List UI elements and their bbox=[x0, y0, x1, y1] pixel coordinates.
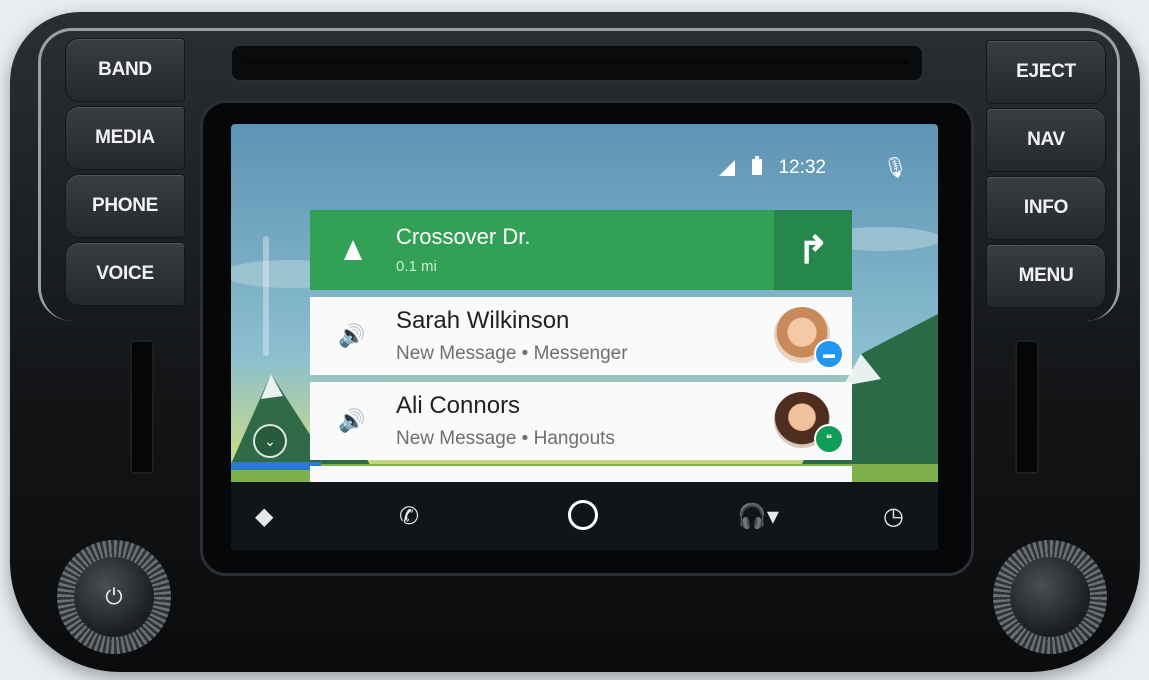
recents-icon[interactable]: ◷ bbox=[883, 502, 904, 531]
message-sender: Sarah Wilkinson bbox=[396, 307, 570, 334]
clock: 12:32 bbox=[778, 157, 826, 178]
speaker-icon: 🔊 bbox=[338, 323, 366, 348]
media-button[interactable]: MEDIA bbox=[65, 106, 185, 170]
turn-right-icon: ↱ bbox=[774, 210, 852, 290]
message-subtitle: New Message • Hangouts bbox=[396, 428, 615, 449]
microphone-icon[interactable]: 🎙 bbox=[883, 155, 908, 180]
phone-button[interactable]: PHONE bbox=[65, 174, 185, 238]
chevron-down-icon[interactable]: ⌄ bbox=[253, 424, 287, 458]
eject-button[interactable]: EJECT bbox=[986, 40, 1106, 104]
headphones-icon[interactable]: 🎧▾ bbox=[737, 502, 779, 531]
power-icon: ⏻ bbox=[74, 557, 154, 637]
nav-button[interactable]: NAV bbox=[986, 108, 1106, 172]
message-card[interactable]: 🔊 Sarah Wilkinson New Message • Messenge… bbox=[310, 297, 852, 375]
scroll-indicator bbox=[263, 236, 269, 356]
navigation-card[interactable]: Crossover Dr. 0.1 mi ↱ bbox=[310, 210, 852, 290]
status-bar: 12:32 🎙 bbox=[638, 152, 938, 182]
message-sender: Ali Connors bbox=[396, 392, 521, 419]
bottom-nav-bar: ◆ ✆ 🎧▾ ◷ bbox=[231, 482, 938, 550]
power-knob[interactable]: ⏻ bbox=[57, 540, 171, 654]
info-button[interactable]: INFO bbox=[986, 176, 1106, 240]
hangouts-icon: ❝ bbox=[814, 424, 844, 454]
right-vent bbox=[1015, 340, 1039, 474]
android-auto-screen: 12:32 🎙 ⌄ Crossover Dr. 0.1 mi ↱ 🔊 Sarah… bbox=[231, 124, 938, 550]
nav-distance: 0.1 mi bbox=[396, 258, 437, 275]
voice-button[interactable]: VOICE bbox=[65, 242, 185, 306]
tuning-knob-cap bbox=[1010, 557, 1090, 637]
phone-icon[interactable]: ✆ bbox=[399, 502, 419, 531]
tuning-knob[interactable] bbox=[993, 540, 1107, 654]
battery-icon bbox=[752, 156, 762, 175]
menu-button[interactable]: MENU bbox=[986, 244, 1106, 308]
band-button[interactable]: BAND bbox=[65, 38, 185, 102]
direction-arrow-icon bbox=[344, 240, 362, 260]
home-icon[interactable] bbox=[568, 500, 598, 530]
nav-street: Crossover Dr. bbox=[396, 224, 531, 249]
speaker-icon: 🔊 bbox=[338, 408, 366, 433]
navigation-icon[interactable]: ◆ bbox=[255, 502, 273, 531]
messenger-icon: ▬ bbox=[814, 339, 844, 369]
message-card[interactable]: 🔊 Ali Connors New Message • Hangouts ❝ bbox=[310, 382, 852, 460]
cd-slot bbox=[230, 44, 924, 82]
cell-signal-icon bbox=[719, 160, 735, 176]
message-subtitle: New Message • Messenger bbox=[396, 343, 628, 364]
left-vent bbox=[130, 340, 154, 474]
